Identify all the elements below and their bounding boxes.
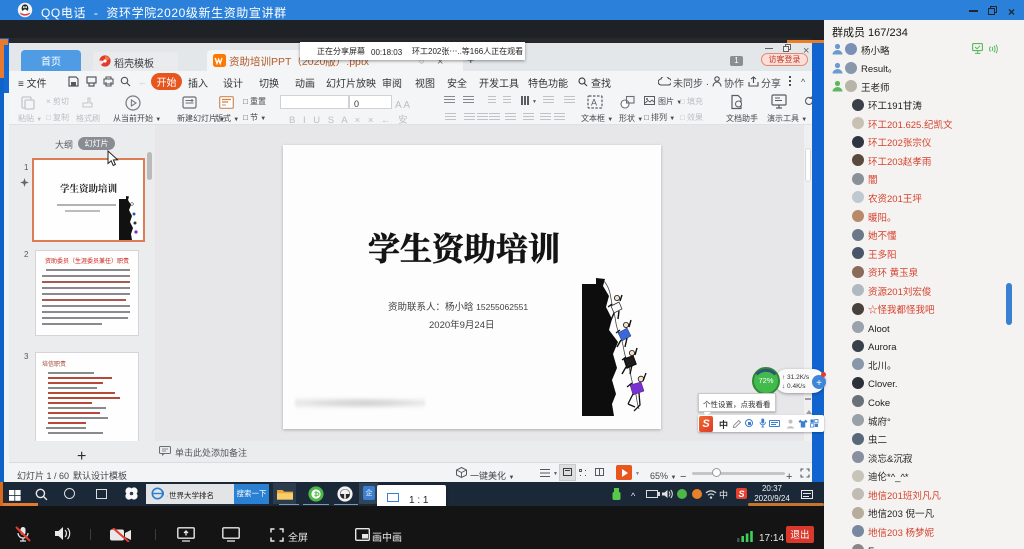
svg-text:A: A [591,98,597,108]
